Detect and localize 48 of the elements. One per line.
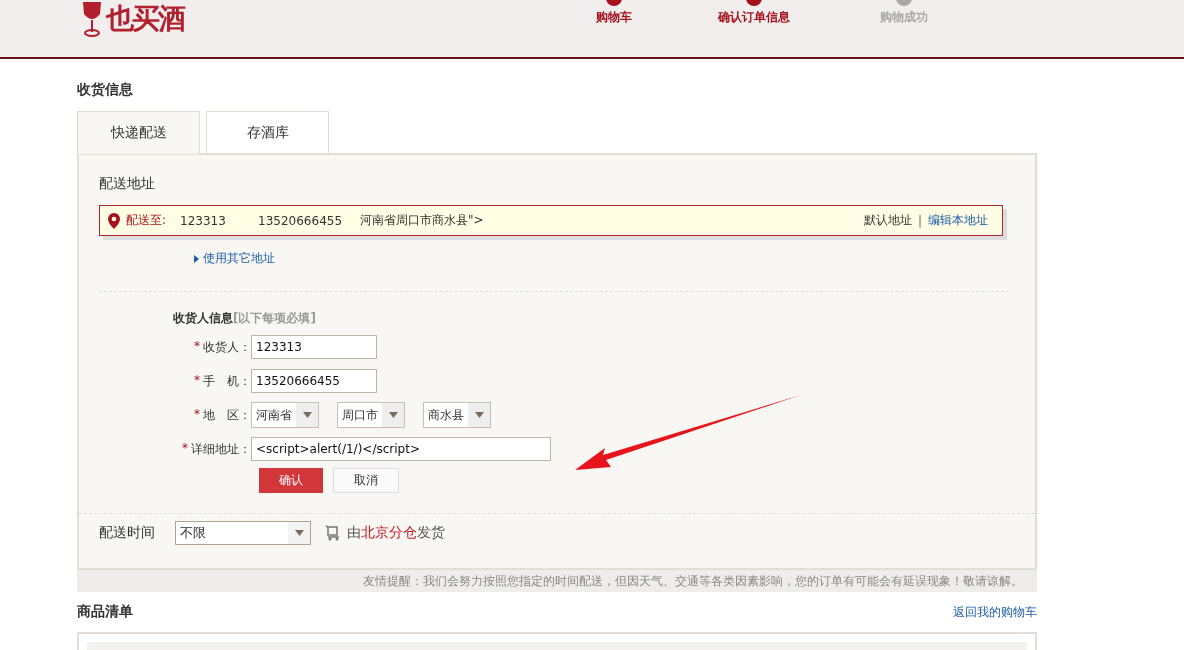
- address-heading: 配送地址: [99, 175, 156, 193]
- tab[interactable]: 快递配送: [77, 111, 200, 154]
- form-title: 收货人信息: [173, 311, 233, 325]
- step-label: 购物车: [596, 9, 632, 26]
- required-mark: *: [194, 372, 200, 389]
- required-mark: *: [182, 440, 188, 457]
- cancel-button[interactable]: 取消: [333, 468, 399, 493]
- input-field[interactable]: 13520666455: [251, 369, 377, 393]
- section-title: 收货信息: [77, 81, 134, 99]
- edit-address-link[interactable]: 编辑本地址: [928, 212, 988, 229]
- recipient-name: 123313: [180, 213, 227, 228]
- step-label: 购物成功: [880, 9, 928, 26]
- caret-down-icon: [388, 412, 398, 418]
- delivery-cart-icon: [325, 525, 341, 541]
- field-label: 详细地址：: [191, 440, 251, 458]
- required-mark: *: [194, 406, 200, 423]
- input-field[interactable]: 123313: [251, 335, 377, 359]
- location-pin-icon: [108, 212, 120, 229]
- field-label: 手 机：: [203, 372, 251, 390]
- caret-down-icon: [294, 530, 304, 536]
- wine-glass-icon: [80, 2, 104, 38]
- recipient-phone: 13520666455: [258, 213, 344, 228]
- deliver-to-label: 配送至:: [126, 212, 167, 229]
- region-dropdown[interactable]: 周口市: [337, 402, 405, 428]
- form-hint: [以下每项必填]: [233, 311, 316, 325]
- notice-text: 友情提醒：我们会努力按照您指定的时间配送，但因天气、交通等各类因素影响，您的订单有可能会有延误现象！敬请谅解。: [363, 572, 1023, 590]
- default-address-label: 默认地址: [863, 212, 912, 229]
- field-label: 收货人：: [203, 338, 251, 356]
- triangle-right-icon: [194, 254, 199, 263]
- region-dropdown[interactable]: 河南省: [251, 402, 319, 428]
- tab[interactable]: 存酒库: [206, 111, 329, 153]
- confirm-button[interactable]: 确认: [259, 468, 323, 493]
- caret-down-icon: [474, 412, 484, 418]
- region-dropdown[interactable]: 商水县: [423, 402, 491, 428]
- address-text: 河南省周口市商水县">: [360, 212, 484, 229]
- separator: |: [917, 213, 922, 228]
- logo-text: 也买酒: [106, 2, 184, 36]
- required-mark: *: [194, 338, 200, 355]
- field-label: 地 区：: [203, 406, 251, 424]
- caret-down-icon: [302, 412, 312, 418]
- shipping-note: 由北京分仓发货: [347, 524, 445, 542]
- step-label: 确认订单信息: [718, 9, 790, 26]
- delivery-time-label: 配送时间: [99, 524, 156, 542]
- address-input-field[interactable]: <script>alert(/1/)</script>: [251, 437, 551, 461]
- product-list-title: 商品清单: [77, 603, 133, 621]
- delivery-time-dropdown[interactable]: 不限: [175, 521, 311, 545]
- other-address-link[interactable]: 使用其它地址: [203, 250, 275, 267]
- back-to-cart-link[interactable]: 返回我的购物车: [953, 603, 1037, 621]
